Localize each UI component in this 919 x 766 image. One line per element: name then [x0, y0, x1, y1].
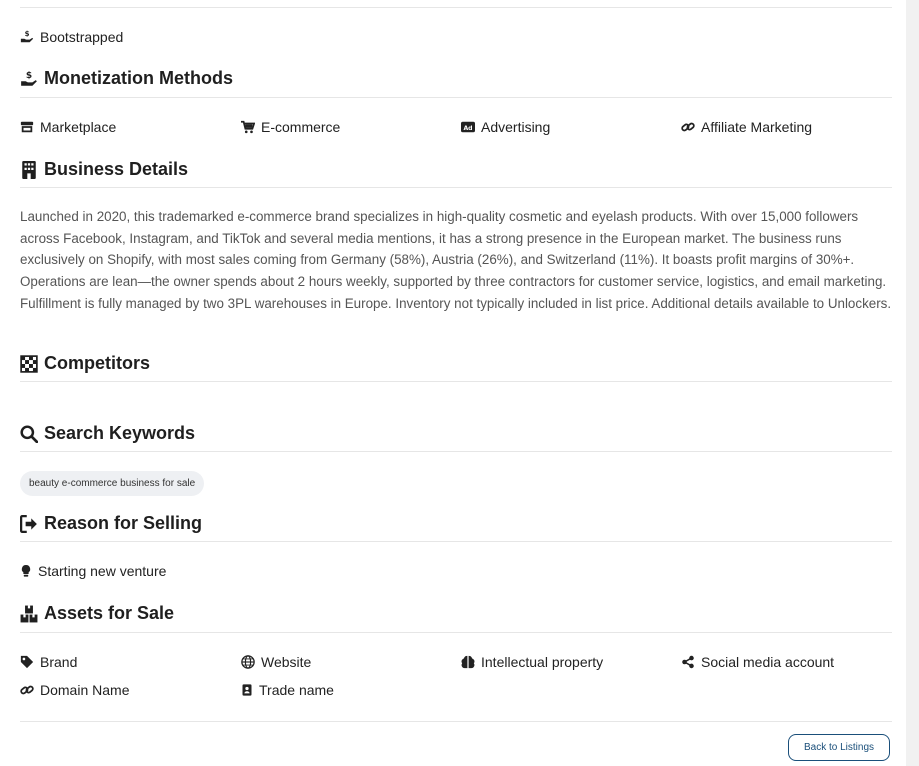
- funding-item: $ Bootstrapped: [20, 29, 123, 45]
- asset-label: Trade name: [259, 682, 334, 698]
- link-icon: [681, 122, 695, 132]
- ad-icon: Ad: [461, 121, 475, 133]
- divider: [20, 632, 892, 633]
- reason-for-selling-heading: Reason for Selling: [20, 513, 202, 534]
- divider: [20, 541, 892, 542]
- monetization-label: Advertising: [481, 119, 551, 135]
- section-title: Monetization Methods: [44, 68, 233, 88]
- divider: [20, 7, 892, 8]
- boxes-icon: [20, 605, 38, 622]
- monetization-label: E-commerce: [261, 119, 341, 135]
- hand-holding-dollar-icon: $: [21, 70, 37, 86]
- hand-holding-dollar-icon: $: [20, 30, 34, 43]
- funding-label: Bootstrapped: [40, 29, 124, 45]
- monetization-item-advertising: Ad Advertising: [461, 119, 550, 135]
- asset-item-brand: Brand: [20, 654, 77, 670]
- divider: [20, 381, 892, 382]
- asset-label: Social media account: [701, 654, 835, 670]
- cart-icon: [241, 120, 255, 134]
- asset-label: Brand: [40, 654, 78, 670]
- divider: [20, 451, 892, 452]
- svg-text:Ad: Ad: [463, 125, 472, 132]
- back-to-listings-button[interactable]: Back to Listings: [788, 734, 890, 761]
- section-title: Competitors: [44, 353, 151, 373]
- tag-icon: [20, 655, 34, 669]
- building-icon: [22, 160, 36, 179]
- brain-icon: [461, 655, 475, 669]
- asset-item-domain-name: Domain Name: [20, 682, 129, 698]
- asset-item-intellectual-property: Intellectual property: [461, 654, 603, 670]
- asset-item-trade-name: Trade name: [241, 682, 334, 698]
- asset-label: Domain Name: [40, 682, 130, 698]
- section-title: Search Keywords: [44, 423, 196, 443]
- share-nodes-icon: [682, 655, 694, 669]
- section-title: Business Details: [44, 159, 189, 179]
- svg-text:$: $: [25, 30, 30, 38]
- monetization-item-affiliate: Affiliate Marketing: [681, 119, 812, 135]
- monetization-heading: $ Monetization Methods: [20, 68, 233, 89]
- business-details-heading: Business Details: [20, 159, 188, 180]
- search-icon: [20, 424, 38, 443]
- reason-value: Starting new venture: [20, 563, 166, 579]
- search-keywords-heading: Search Keywords: [20, 423, 195, 444]
- divider: [20, 721, 892, 722]
- listing-detail-card: $ Bootstrapped $ Monetization Methods Ma…: [0, 0, 906, 766]
- reason-label: Starting new venture: [38, 563, 167, 579]
- divider: [20, 97, 892, 98]
- asset-label: Intellectual property: [481, 654, 604, 670]
- sign-out-icon: [20, 514, 37, 533]
- id-badge-icon: [242, 684, 252, 696]
- asset-item-social-media: Social media account: [681, 654, 834, 670]
- assets-heading: Assets for Sale: [20, 603, 174, 624]
- store-icon: [20, 121, 34, 133]
- competitors-heading: Competitors: [20, 353, 150, 374]
- asset-item-website: Website: [241, 654, 311, 670]
- monetization-item-marketplace: Marketplace: [20, 119, 116, 135]
- section-title: Assets for Sale: [44, 603, 175, 623]
- globe-icon: [241, 655, 255, 669]
- section-title: Reason for Selling: [44, 513, 203, 533]
- monetization-label: Affiliate Marketing: [701, 119, 813, 135]
- keyword-tag: beauty e-commerce business for sale: [20, 471, 205, 496]
- lightbulb-icon: [21, 564, 31, 577]
- svg-text:$: $: [26, 70, 32, 80]
- link-icon: [20, 685, 34, 695]
- monetization-label: Marketplace: [40, 119, 117, 135]
- monetization-item-ecommerce: E-commerce: [241, 119, 340, 135]
- business-description: Launched in 2020, this trademarked e-com…: [20, 209, 892, 311]
- divider: [20, 187, 892, 188]
- asset-label: Website: [261, 654, 312, 670]
- chess-board-icon: [20, 354, 38, 373]
